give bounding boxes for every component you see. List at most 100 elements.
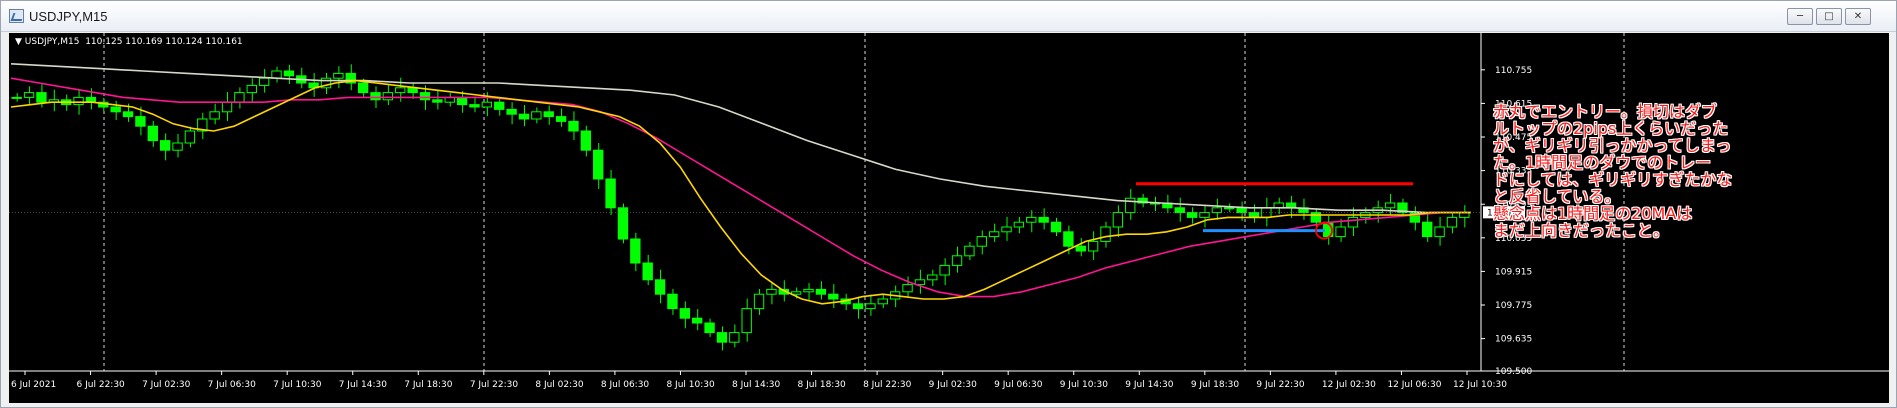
ma-short-line — [10, 79, 1471, 305]
y-tick-label: 109.915 — [1495, 267, 1532, 277]
candle-body — [1236, 207, 1247, 214]
candle-body — [555, 116, 567, 122]
candle-body — [110, 106, 121, 113]
candle-body — [122, 111, 134, 118]
x-tick-label: 7 Jul 02:30 — [142, 380, 191, 390]
y-tick-label: 109.775 — [1495, 301, 1532, 311]
candle-body — [1335, 226, 1346, 238]
close-button[interactable]: ✕ — [1845, 8, 1871, 25]
candle-body — [1075, 245, 1086, 252]
candle-body — [1384, 202, 1396, 209]
candle-body — [852, 303, 864, 310]
x-tick-label: 9 Jul 06:30 — [994, 380, 1043, 390]
candle-body — [209, 111, 220, 120]
maximize-icon: □ — [1824, 11, 1834, 22]
candle-body — [927, 274, 938, 281]
x-tick-label: 7 Jul 14:30 — [339, 380, 388, 390]
candle-body — [951, 255, 963, 266]
window-title: USDJPY,M15 — [29, 9, 108, 24]
x-tick-label: 12 Jul 02:30 — [1322, 380, 1376, 390]
x-tick-label: 7 Jul 06:30 — [208, 380, 257, 390]
candle-body — [1422, 221, 1433, 238]
candle-body — [630, 238, 641, 264]
candle-body — [815, 288, 827, 295]
candle-body — [593, 149, 604, 180]
x-tick-label: 9 Jul 02:30 — [929, 380, 978, 390]
candle-body — [333, 72, 344, 79]
annotation-line: た。1時間足のダウでのトレー — [1493, 153, 1712, 172]
candle-body — [642, 262, 653, 281]
x-tick-label: 9 Jul 22:30 — [1256, 380, 1305, 390]
dropdown-triangle-icon[interactable]: ▼ — [15, 37, 25, 47]
candle-body — [531, 111, 542, 120]
candle-body — [1186, 212, 1198, 218]
price-chart[interactable]: 110.755 110.615 110.475 110.335 110.195 110.0… — [9, 33, 1889, 403]
title-bar[interactable]: USDJPY,M15 ─ □ ✕ — [1, 1, 1896, 32]
candle-body — [1446, 216, 1458, 228]
x-tick-label: 8 Jul 02:30 — [535, 380, 584, 390]
candle-body — [1087, 240, 1099, 252]
candle-body — [902, 284, 913, 293]
x-tick-label: 7 Jul 10:30 — [273, 380, 322, 390]
y-tick-label: 110.755 — [1495, 66, 1532, 76]
candle-body — [1199, 212, 1210, 218]
annotation-line: と反省している。 — [1493, 187, 1621, 206]
symbol-info: ▼ USDJPY,M15 110.125 110.169 110.124 110… — [15, 37, 243, 47]
candle-body — [976, 236, 987, 247]
chart-window: USDJPY,M15 ─ □ ✕ 110.755 110.615 110.475 11… — [0, 0, 1897, 408]
candle-body — [506, 108, 517, 115]
candle-body — [568, 120, 579, 132]
candle-body — [803, 288, 814, 293]
x-tick-label: 6 Jul 22:30 — [77, 380, 126, 390]
candle-body — [494, 101, 505, 110]
y-tick-label: 109.635 — [1495, 335, 1532, 345]
candle-body — [654, 279, 666, 295]
candle-body — [1174, 207, 1185, 214]
candle-body — [790, 291, 802, 295]
candle-body — [1310, 212, 1322, 223]
x-tick-label: 8 Jul 22:30 — [863, 380, 912, 390]
candle-body — [865, 303, 876, 310]
candle-body — [704, 322, 715, 334]
minimize-button[interactable]: ─ — [1787, 8, 1813, 25]
candle-body — [1038, 216, 1049, 223]
candle-body — [221, 101, 233, 113]
annotation-line: 赤丸でエントリー。損切はダブ — [1493, 102, 1717, 121]
candle-body — [518, 113, 530, 120]
candle-body — [395, 87, 406, 94]
trade-annotation: 赤丸でエントリー。損切はダブ ルトップの2pips上くらいだった が、ギリギリ引っか… — [1493, 103, 1753, 239]
candle-body — [939, 264, 950, 276]
candle-body — [1026, 216, 1037, 223]
candle-body — [716, 332, 728, 343]
candle-body — [135, 116, 146, 127]
x-tick-label: 8 Jul 14:30 — [732, 380, 781, 390]
annotation-line: 懸念点は1時間足の20MAは — [1493, 204, 1693, 223]
candle-body — [1224, 207, 1235, 210]
candle-body — [605, 178, 616, 209]
candle-body — [11, 96, 22, 99]
x-tick-label: 8 Jul 06:30 — [601, 380, 650, 390]
candle-body — [1013, 221, 1025, 228]
candle-body — [481, 101, 493, 108]
candle-body — [1211, 207, 1223, 214]
candle-body — [828, 293, 839, 300]
candle-body — [1112, 212, 1124, 228]
x-tick-label: 8 Jul 10:30 — [666, 380, 715, 390]
x-tick-label: 9 Jul 18:30 — [1191, 380, 1240, 390]
candle-body — [741, 308, 752, 334]
maximize-button[interactable]: □ — [1816, 8, 1842, 25]
close-icon: ✕ — [1853, 11, 1863, 22]
candle-body — [382, 92, 394, 101]
candle-body — [73, 96, 84, 106]
candle-body — [184, 130, 196, 144]
x-tick-label: 12 Jul 10:30 — [1453, 380, 1507, 390]
candle-body — [1050, 221, 1062, 233]
candle-body — [432, 99, 443, 103]
annotation-line: ルトップの2pips上くらいだった — [1493, 119, 1729, 138]
chart-icon — [9, 9, 24, 23]
candle-body — [172, 142, 183, 151]
candle-body — [1100, 226, 1111, 242]
candle-body — [357, 82, 369, 94]
candle-body — [283, 70, 295, 77]
candle-body — [246, 84, 257, 94]
